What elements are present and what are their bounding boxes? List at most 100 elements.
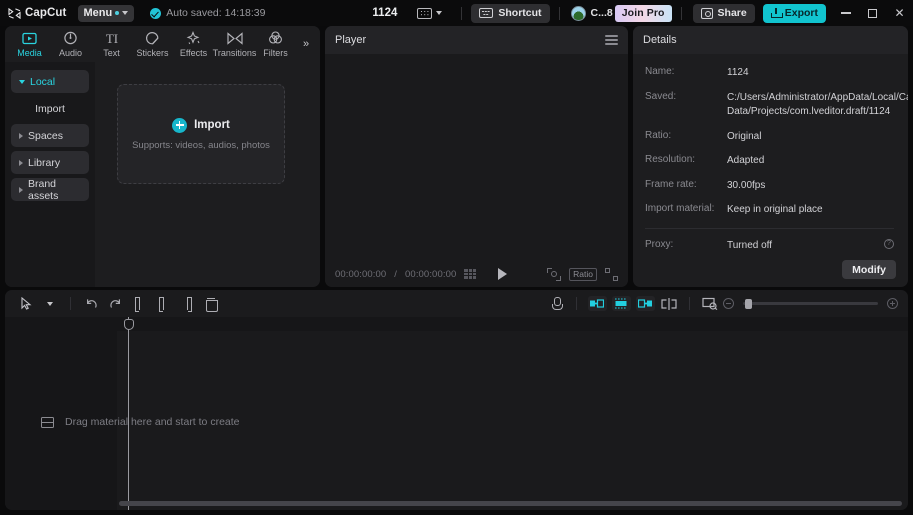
media-panel: Media Audio TI Text Stickers Effects Tra… (5, 26, 320, 287)
split-left-button[interactable] (128, 293, 150, 315)
import-action[interactable]: Import (172, 117, 230, 133)
minimize-button[interactable] (832, 0, 859, 26)
chevron-double-right-icon: » (302, 38, 310, 50)
split-right-button[interactable] (176, 293, 198, 315)
record-voiceover-button[interactable] (545, 293, 567, 315)
redo-button[interactable] (104, 293, 126, 315)
zoom-out-button[interactable] (723, 298, 734, 309)
account-button[interactable]: C...8 (570, 5, 613, 21)
details-header: Details (633, 26, 908, 54)
divider (461, 6, 463, 20)
shortcut-label: Shortcut (498, 7, 542, 19)
player-canvas[interactable] (325, 54, 628, 261)
detail-value: 1124 (727, 67, 749, 78)
tab-effects[interactable]: Effects (173, 27, 214, 61)
fullscreen-icon[interactable] (605, 267, 618, 281)
clip-right-icon (638, 299, 652, 308)
import-label: Import (194, 119, 230, 131)
maximize-button[interactable] (859, 0, 886, 26)
zoom-in-button[interactable] (887, 298, 898, 309)
divider (645, 227, 894, 229)
cursor-icon (20, 297, 32, 310)
shortcut-button[interactable]: Shortcut (471, 3, 550, 23)
zoom-slider[interactable] (743, 298, 878, 309)
help-icon[interactable]: ? (884, 238, 894, 249)
chevron-right-icon (19, 186, 23, 193)
playhead-handle[interactable] (124, 319, 134, 330)
chevron-right-icon (19, 159, 23, 166)
export-icon (770, 8, 783, 18)
more-tabs-button[interactable]: » (296, 27, 316, 61)
zoom-slider-knob[interactable] (745, 298, 752, 309)
keyboard-layout-button[interactable] (417, 7, 443, 19)
sidebar-item-label: Library (28, 156, 61, 169)
import-supports-label: Supports: videos, audios, photos (132, 139, 270, 151)
tab-transitions[interactable]: Transitions (212, 27, 257, 61)
auto-cut-button[interactable] (586, 293, 608, 315)
app-name-label: CapCut (25, 7, 67, 19)
clip-right-button[interactable] (634, 293, 656, 315)
detail-key: Proxy: (645, 238, 674, 250)
split-mid-button[interactable] (152, 293, 174, 315)
media-tabs: Media Audio TI Text Stickers Effects Tra… (5, 26, 320, 62)
close-button[interactable]: ✕ (886, 0, 913, 26)
export-label: Export (784, 7, 818, 19)
export-button[interactable]: Export (762, 3, 826, 23)
chevron-right-icon (19, 132, 23, 139)
sidebar-item-import[interactable]: Import (11, 97, 89, 120)
trim-mid-icon (158, 297, 169, 312)
sidebar-item-local[interactable]: Local (11, 70, 89, 93)
app-logo: CapCut (8, 7, 67, 19)
divider (680, 6, 682, 20)
tab-text[interactable]: TI Text (91, 27, 132, 61)
split-clip-button[interactable] (658, 293, 680, 315)
undo-button[interactable] (80, 293, 102, 315)
chevron-down-icon (122, 11, 129, 15)
delete-button[interactable] (200, 293, 222, 315)
detail-row-framerate: Frame rate: 30.00fps (645, 179, 894, 194)
redo-icon (109, 298, 120, 308)
timeline-horizontal-scrollbar[interactable] (119, 501, 902, 506)
keyframe-button[interactable] (699, 293, 721, 315)
sidebar-item-brand-assets[interactable]: Brand assets (11, 178, 89, 202)
timeline-toolbar (5, 290, 908, 317)
timeline-tracks[interactable] (117, 317, 908, 510)
modify-button[interactable]: Modify (842, 260, 896, 279)
trim-left-icon (134, 297, 145, 312)
tab-media[interactable]: Media (9, 27, 50, 61)
share-label: Share (717, 7, 747, 19)
player-menu-icon[interactable] (605, 35, 618, 45)
chevron-down-icon (19, 79, 25, 84)
mirror-button[interactable] (610, 293, 632, 315)
play-button[interactable] (498, 268, 508, 280)
select-tool-button[interactable] (15, 293, 37, 315)
playhead[interactable] (124, 317, 134, 510)
tab-filters[interactable]: Filters (255, 27, 296, 61)
import-dropzone[interactable]: Import Supports: videos, audios, photos (117, 84, 285, 184)
effects-icon (186, 31, 201, 46)
player-title: Player (335, 34, 367, 46)
menu-button[interactable]: Menu (77, 4, 135, 22)
detail-row-resolution: Resolution: Adapted (645, 154, 894, 169)
total-time-label: 00:00:00:00 (405, 268, 457, 280)
grid-icon[interactable] (464, 269, 477, 279)
sidebar-item-library[interactable]: Library (11, 151, 89, 174)
tab-audio[interactable]: Audio (50, 27, 91, 61)
auto-cut-wrap (587, 296, 607, 311)
zoom-preview-icon[interactable] (547, 267, 562, 281)
share-button[interactable]: Share (692, 3, 755, 23)
ratio-button[interactable]: Ratio (569, 267, 597, 281)
detail-key: Import material: (645, 203, 715, 214)
menu-badge-dot (115, 11, 120, 15)
avatar (570, 5, 586, 21)
tab-stickers[interactable]: Stickers (132, 27, 173, 61)
tab-transitions-label: Transitions (212, 47, 257, 58)
sidebar-item-spaces[interactable]: Spaces (11, 124, 89, 147)
timeline-body[interactable]: Drag material here and start to create (5, 317, 908, 510)
detail-key: Saved: (645, 90, 677, 102)
timeline-ruler[interactable] (117, 317, 908, 331)
details-title: Details (643, 34, 677, 46)
select-tool-dropdown[interactable] (39, 293, 61, 315)
join-pro-button[interactable]: Join Pro (614, 4, 672, 22)
detail-row-saved: Saved: C:/Users/Administrator/AppData/Lo… (645, 90, 908, 120)
